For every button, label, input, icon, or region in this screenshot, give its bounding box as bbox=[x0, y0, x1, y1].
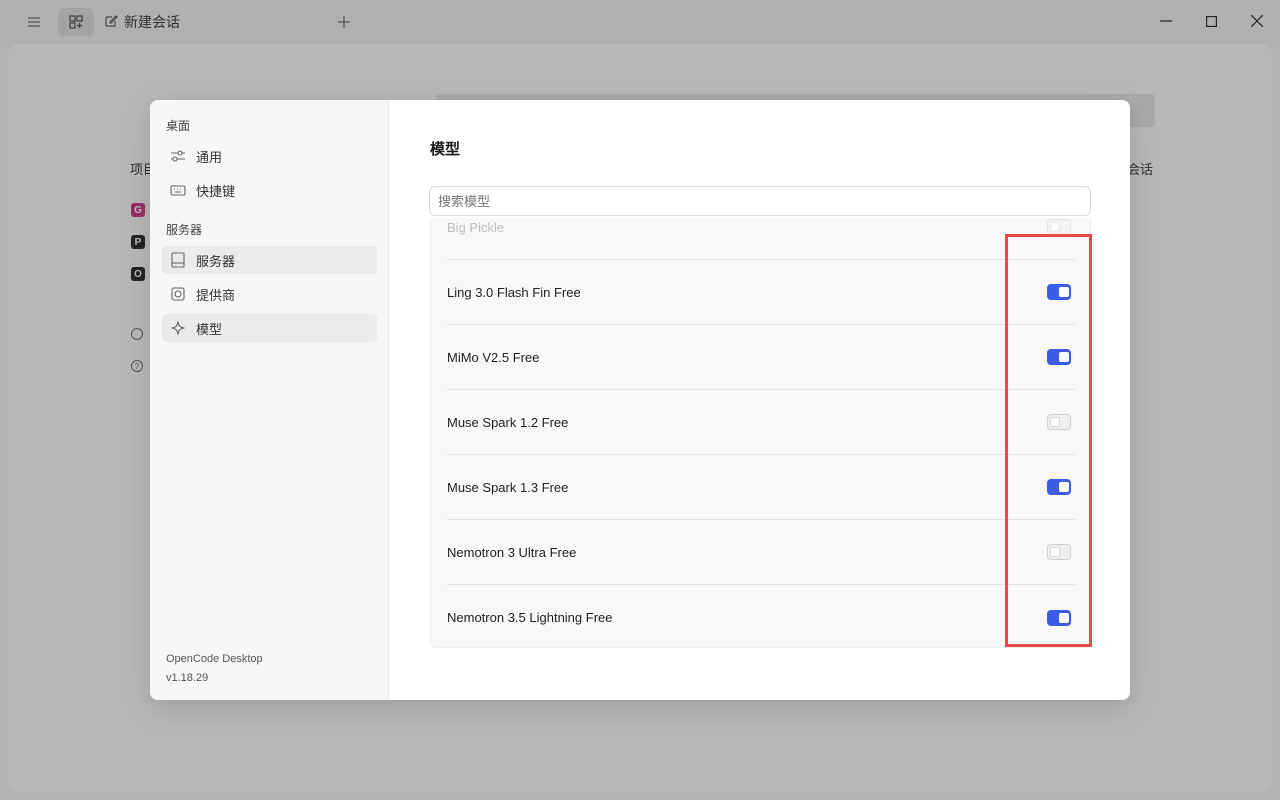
sidebar-item-label: 模型 bbox=[196, 321, 223, 337]
provider-icon bbox=[170, 286, 186, 302]
list-item: MiMo V2.5 Free bbox=[447, 325, 1075, 390]
model-name: Nemotron 3 Ultra Free bbox=[447, 544, 577, 560]
model-name: Muse Spark 1.2 Free bbox=[447, 414, 569, 430]
app-name: OpenCode Desktop bbox=[166, 653, 263, 665]
sidebar-item-label: 快捷键 bbox=[196, 183, 236, 199]
list-item: Muse Spark 1.3 Free bbox=[447, 455, 1075, 520]
sidebar-item-server[interactable]: 服务器 bbox=[162, 246, 377, 274]
highlight-box bbox=[1005, 234, 1092, 647]
toggle-knob bbox=[1050, 222, 1060, 232]
model-name: MiMo V2.5 Free bbox=[447, 349, 540, 365]
model-toggle[interactable] bbox=[1047, 219, 1071, 235]
model-name: Nemotron 3.5 Lightning Free bbox=[447, 610, 613, 625]
settings-sidebar: 桌面 通用 快捷键 服务器 服务器 提供商 模型 OpenCode Deskto… bbox=[150, 100, 389, 700]
list-item: Big Pickle bbox=[447, 218, 1075, 260]
sidebar-item-general[interactable]: 通用 bbox=[162, 142, 377, 170]
list-item: Muse Spark 1.2 Free bbox=[447, 390, 1075, 455]
list-item: Nemotron 3.5 Lightning Free bbox=[447, 585, 1075, 647]
sidebar-item-label: 服务器 bbox=[196, 253, 236, 269]
sparkle-icon bbox=[170, 320, 186, 336]
model-name: Muse Spark 1.3 Free bbox=[447, 479, 569, 495]
model-name: Ling 3.0 Flash Fin Free bbox=[447, 284, 581, 300]
model-name: Big Pickle bbox=[447, 219, 505, 235]
page-title: 模型 bbox=[430, 141, 461, 158]
sidebar-item-models[interactable]: 模型 bbox=[162, 314, 377, 342]
model-list: Big Pickle Ling 3.0 Flash Fin Free MiMo … bbox=[430, 218, 1091, 648]
keyboard-icon bbox=[170, 182, 186, 198]
settings-dialog: 桌面 通用 快捷键 服务器 服务器 提供商 模型 OpenCode Deskto… bbox=[150, 100, 1130, 700]
sliders-icon bbox=[170, 148, 186, 164]
sidebar-item-label: 通用 bbox=[196, 149, 223, 165]
list-item: Nemotron 3 Ultra Free bbox=[447, 520, 1075, 585]
list-item: Ling 3.0 Flash Fin Free bbox=[447, 260, 1075, 325]
group-title-desktop: 桌面 bbox=[166, 119, 191, 133]
sidebar-item-provider[interactable]: 提供商 bbox=[162, 280, 377, 308]
app-version: v1.18.29 bbox=[166, 672, 209, 684]
search-input[interactable] bbox=[429, 186, 1091, 216]
sidebar-item-shortcuts[interactable]: 快捷键 bbox=[162, 176, 377, 204]
server-icon bbox=[170, 252, 186, 268]
group-title-server: 服务器 bbox=[166, 223, 203, 237]
sidebar-item-label: 提供商 bbox=[196, 287, 236, 303]
